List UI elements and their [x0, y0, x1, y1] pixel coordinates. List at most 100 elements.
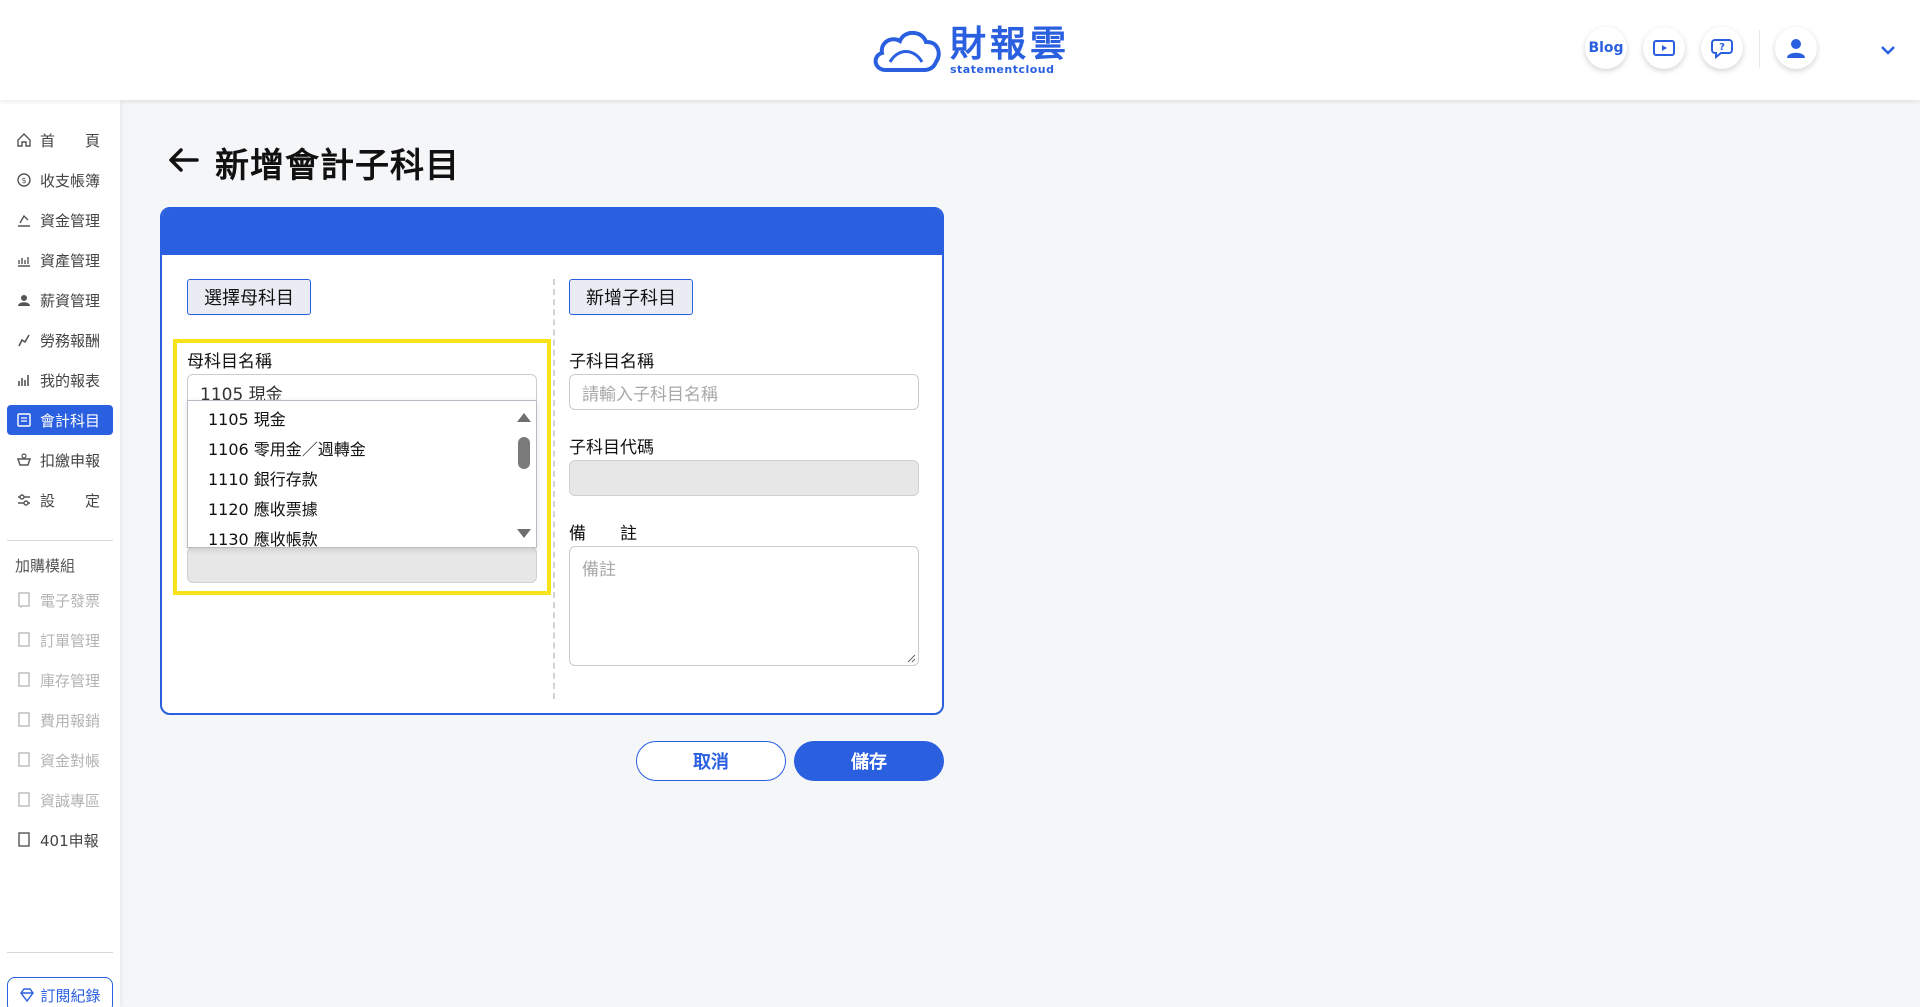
module-icon: [15, 711, 33, 729]
note-textarea[interactable]: 備註: [569, 546, 919, 666]
home-icon: [15, 131, 33, 149]
module-icon: [15, 791, 33, 809]
video-tutorial-button[interactable]: [1643, 27, 1685, 69]
sidebar-item-accounts[interactable]: 會計科目: [7, 405, 113, 435]
sidebar-item-label: 資金管理: [40, 211, 101, 230]
logo[interactable]: 財報雲 statementcloud: [870, 22, 1070, 78]
cash-icon: [15, 211, 33, 229]
logo-subtitle: statementcloud: [950, 63, 1055, 76]
labor-icon: [15, 331, 33, 349]
sidebar-item-label: 首 頁: [40, 131, 101, 150]
sidebar-item-payroll[interactable]: 薪資管理: [7, 285, 113, 315]
blog-button[interactable]: Blog: [1585, 27, 1627, 69]
column-divider: [553, 279, 555, 699]
dropdown-option[interactable]: 1120 應收票據: [208, 496, 318, 520]
sidebar-item-label: 庫存管理: [40, 671, 101, 690]
user-avatar-button[interactable]: [1775, 27, 1817, 69]
child-code-field: [569, 460, 919, 496]
dropdown-option[interactable]: 1130 應收帳款: [208, 526, 318, 550]
tax-icon: [15, 451, 33, 469]
back-arrow-icon[interactable]: [165, 143, 201, 177]
cancel-button[interactable]: 取消: [636, 741, 786, 781]
sidebar-item-orders[interactable]: 訂單管理: [7, 625, 113, 655]
logo-name: 財報雲: [950, 23, 1071, 65]
bank-icon: [15, 251, 33, 269]
module-icon: [15, 631, 33, 649]
scroll-up-arrow-icon[interactable]: [517, 413, 531, 422]
user-icon: [1787, 39, 1805, 58]
dropdown-scrollbar[interactable]: [518, 437, 530, 469]
sidebar-item-e-invoice[interactable]: 電子發票: [7, 585, 113, 615]
parent-name-label: 母科目名稱: [187, 352, 272, 372]
sidebar-item-ledger-book[interactable]: $ 收支帳簿: [7, 165, 113, 195]
sidebar-item-assets[interactable]: 資產管理: [7, 245, 113, 275]
sidebar-item-label: 勞務報酬: [40, 331, 101, 350]
help-chat-icon: ?: [1711, 39, 1733, 60]
module-icon: [15, 751, 33, 769]
sidebar-item-labor[interactable]: 勞務報酬: [7, 325, 113, 355]
module-icon: [15, 671, 33, 689]
svg-text:$: $: [21, 176, 26, 185]
form-card: 選擇母科目 母科目名稱 1105 現金 1105 現金 1106 零用金／週轉金…: [160, 207, 944, 715]
sidebar-divider: [7, 540, 113, 541]
sidebar: 首 頁 $ 收支帳簿 資金管理 資產管理 薪資管理 勞務報酬 我的報表 會計科目…: [0, 100, 120, 1007]
sidebar-item-label: 會計科目: [40, 411, 101, 430]
header-separator: [1759, 30, 1760, 68]
parent-account-dropdown: 1105 現金 1106 零用金／週轉金 1110 銀行存款 1120 應收票據…: [187, 400, 537, 550]
sidebar-item-pwc-zone[interactable]: 資誠專區: [7, 785, 113, 815]
sidebar-item-label: 扣繳申報: [40, 451, 101, 470]
save-button[interactable]: 儲存: [794, 741, 944, 781]
sidebar-item-expenses[interactable]: 費用報銷: [7, 705, 113, 735]
sidebar-item-withholding[interactable]: 扣繳申報: [7, 445, 113, 475]
subscription-history-button[interactable]: 訂閱紀錄: [7, 977, 113, 1007]
note-label: 備 註: [569, 524, 637, 544]
blog-label: Blog: [1588, 40, 1624, 56]
sidebar-item-label: 費用報銷: [40, 711, 101, 730]
dropdown-option[interactable]: 1106 零用金／週轉金: [208, 436, 366, 460]
payroll-icon: [15, 291, 33, 309]
module-icon: [15, 591, 33, 609]
scroll-down-arrow-icon[interactable]: [517, 529, 531, 538]
sidebar-item-401-filing[interactable]: 401申報: [7, 825, 113, 855]
sidebar-item-label: 資產管理: [40, 251, 101, 270]
sidebar-item-settings[interactable]: 設 定: [7, 485, 113, 515]
dropdown-option[interactable]: 1105 現金: [208, 406, 286, 430]
save-label: 儲存: [851, 752, 887, 773]
child-name-input[interactable]: 請輸入子科目名稱: [569, 374, 919, 410]
sidebar-item-label: 訂單管理: [40, 631, 101, 650]
sidebar-item-label: 收支帳簿: [40, 171, 101, 190]
settings-icon: [15, 491, 33, 509]
coin-icon: $: [15, 171, 33, 189]
sidebar-item-inventory[interactable]: 庫存管理: [7, 665, 113, 695]
cloud-logo-icon: [873, 30, 941, 72]
child-name-placeholder: 請輸入子科目名稱: [582, 384, 718, 405]
sidebar-item-reconciliation[interactable]: 資金對帳: [7, 745, 113, 775]
top-header: 財報雲 statementcloud Blog ?: [0, 0, 1920, 100]
video-book-icon: [1653, 40, 1675, 56]
resize-handle-icon[interactable]: [906, 653, 916, 663]
sidebar-item-funds[interactable]: 資金管理: [7, 205, 113, 235]
sidebar-item-label: 電子發票: [40, 591, 101, 610]
help-chat-button[interactable]: ?: [1701, 27, 1743, 69]
sidebar-item-label: 設 定: [40, 491, 101, 510]
subscription-label: 訂閱紀錄: [40, 986, 101, 1005]
child-code-label: 子科目代碼: [569, 438, 654, 458]
card-header-bar: [162, 209, 942, 255]
svg-text:?: ?: [1719, 42, 1725, 53]
page-title: 新增會計子科目: [215, 146, 460, 186]
module-icon: [15, 831, 33, 849]
sidebar-item-label: 401申報: [40, 831, 99, 850]
sidebar-item-label: 我的報表: [40, 371, 101, 390]
add-child-account-section: 新增子科目: [569, 279, 693, 315]
note-placeholder: 備註: [582, 560, 616, 580]
sidebar-item-label: 資金對帳: [40, 751, 101, 770]
ledger-icon: [15, 411, 33, 429]
select-parent-account-section: 選擇母科目: [187, 279, 311, 315]
dropdown-option[interactable]: 1110 銀行存款: [208, 466, 318, 490]
parent-code-field: [187, 547, 537, 583]
sidebar-item-reports[interactable]: 我的報表: [7, 365, 113, 395]
sidebar-item-label: 薪資管理: [40, 291, 101, 310]
chevron-down-icon[interactable]: [1878, 40, 1898, 60]
diamond-icon: [20, 988, 35, 1002]
sidebar-item-home[interactable]: 首 頁: [7, 125, 113, 155]
